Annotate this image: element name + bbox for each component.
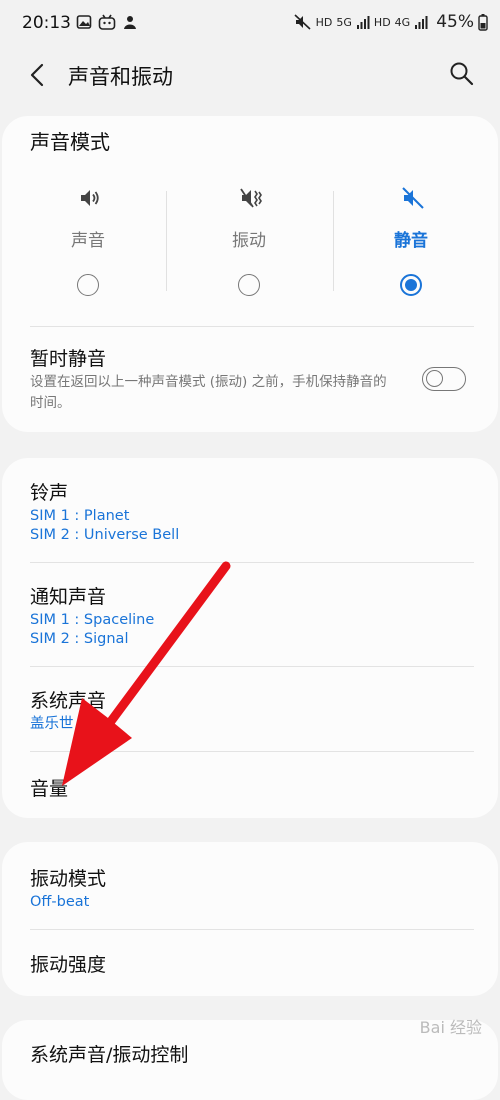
mode-label-sound: 声音 (71, 231, 105, 251)
battery-icon (478, 14, 488, 31)
status-time: 20:13 (22, 13, 71, 33)
speaker-icon (81, 190, 99, 206)
hd-indicator-1: HD (315, 15, 333, 29)
volume-item[interactable]: 音量 (2, 751, 498, 818)
vibration-intensity-item[interactable]: 振动强度 (2, 929, 498, 996)
battery-level: 45% (436, 12, 474, 32)
ringtone-sim1: SIM 1 : Planet (30, 508, 130, 524)
vibration-pattern-item[interactable]: 振动模式 Off-beat (2, 842, 498, 929)
back-button[interactable] (26, 60, 52, 90)
search-icon (450, 62, 474, 86)
watermark: Bai 经验 (419, 1018, 482, 1037)
temp-mute-title: 暂时静音 (30, 348, 107, 370)
sound-mode-card: 声音模式 声音 振动 静音 暂时静音 设置在返回以上一种声音模式 (振动) 之前… (2, 116, 498, 432)
mode-radio-mute[interactable] (400, 274, 422, 296)
mode-label-mute: 静音 (394, 231, 428, 251)
mode-radio-sound[interactable] (77, 274, 99, 296)
sound-mode-title: 声音模式 (30, 130, 110, 154)
ringtone-sim2: SIM 2 : Universe Bell (30, 527, 180, 543)
back-arrow-icon (30, 63, 44, 87)
status-bar: 20:13 HD 5G HD 4G 45% (0, 0, 500, 48)
system-control-title: 系统声音/振动控制 (30, 1044, 189, 1066)
ringtone-title: 铃声 (30, 482, 69, 504)
notification-sound-title: 通知声音 (30, 586, 107, 608)
sounds-card: 铃声 SIM 1 : Planet SIM 2 : Universe Bell … (2, 458, 498, 818)
search-button[interactable] (448, 60, 476, 88)
temp-mute-desc: 设置在返回以上一种声音模式 (振动) 之前，手机保持静音的时间。 (30, 374, 387, 411)
status-left-icons (76, 14, 138, 30)
page-title: 声音和振动 (68, 65, 173, 89)
mode-radio-vibrate[interactable] (238, 274, 260, 296)
notification-sim2: SIM 2 : Signal (30, 631, 129, 647)
mode-option-sound[interactable]: 声音 (8, 186, 168, 316)
vibration-pattern-sub: Off-beat (30, 894, 90, 910)
vibration-card: 振动模式 Off-beat 振动强度 (2, 842, 498, 996)
vibrate-icon (240, 188, 262, 208)
mute-icon (402, 187, 424, 209)
mode-option-vibrate[interactable]: 振动 (169, 186, 329, 316)
vibration-intensity-title: 振动强度 (30, 954, 107, 976)
signal-icon (356, 16, 370, 29)
temp-mute-item[interactable]: 暂时静音 设置在返回以上一种声音模式 (振动) 之前，手机保持静音的时间。 (2, 326, 498, 432)
network-indicator-1: 5G (336, 15, 352, 29)
gallery-icon (76, 15, 92, 29)
hd-indicator-2: HD (373, 15, 391, 29)
network-indicator-2: 4G (394, 15, 411, 29)
toggle-knob (426, 370, 443, 387)
system-sound-title: 系统声音 (30, 690, 107, 712)
person-icon (124, 16, 136, 29)
system-sound-item[interactable]: 系统声音 盖乐世 (2, 666, 498, 751)
mode-label-vibrate: 振动 (232, 231, 266, 251)
notification-sound-item[interactable]: 通知声音 SIM 1 : Spaceline SIM 2 : Signal (2, 562, 498, 666)
signal-icon (415, 16, 428, 29)
status-right: HD 5G HD 4G 45% (294, 12, 488, 32)
volume-title: 音量 (30, 778, 69, 800)
vibration-pattern-title: 振动模式 (30, 868, 107, 890)
mode-option-mute[interactable]: 静音 (331, 186, 491, 316)
notification-sim1: SIM 1 : Spaceline (30, 612, 155, 628)
divider (166, 191, 167, 291)
system-sound-sub: 盖乐世 (30, 716, 74, 732)
app-header: 声音和振动 (0, 48, 500, 104)
ringtone-item[interactable]: 铃声 SIM 1 : Planet SIM 2 : Universe Bell (2, 458, 498, 562)
temp-mute-toggle[interactable] (422, 367, 466, 391)
bilibili-icon (98, 14, 116, 30)
mute-icon (294, 14, 311, 30)
